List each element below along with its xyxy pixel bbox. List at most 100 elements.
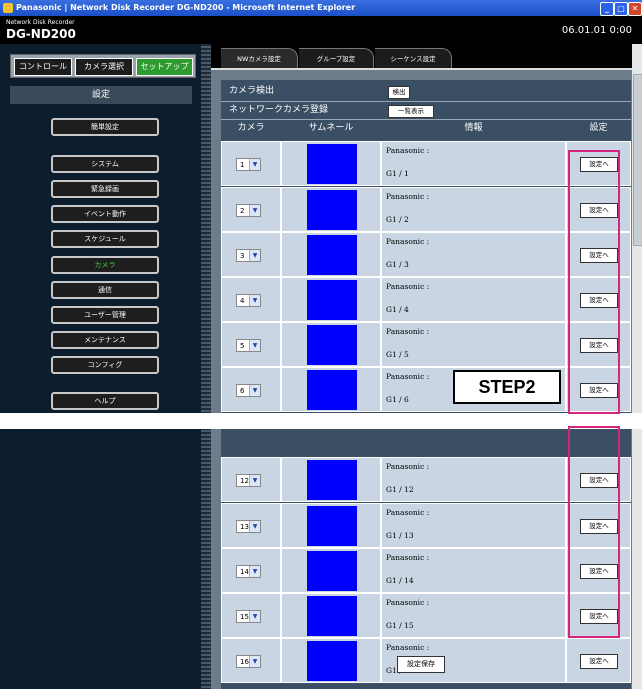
camera-number-select[interactable]: 6 ▼ [236,384,261,397]
tab-sequence-settings[interactable]: シーケンス設定 [375,48,452,69]
settings-cell: 設定へ [566,187,631,232]
camera-number: 13 [240,523,249,531]
maximize-button[interactable]: □ [614,2,628,16]
camera-number-select[interactable]: 14 ▼ [236,565,261,578]
camera-number-select[interactable]: 13 ▼ [236,520,261,533]
camera-group: G1 / 1 [386,169,409,178]
step-label: STEP2 [453,370,561,404]
window-title: Panasonic | Network Disk Recorder DG-ND2… [16,3,356,12]
scrollbar[interactable] [632,44,642,689]
go-settings-button[interactable]: 設定へ [580,248,618,263]
camera-number-select[interactable]: 4 ▼ [236,294,261,307]
settings-cell: 設定へ [566,638,631,683]
tab-camera-select[interactable]: カメラ選択 [75,58,133,76]
camera-maker: Panasonic : [386,462,430,471]
sidebar-item-help[interactable]: ヘルプ [51,392,159,410]
sidebar-item-system[interactable]: システム [51,155,159,173]
camera-thumbnail [307,190,357,230]
sidebar-item-user-management[interactable]: ユーザー管理 [51,306,159,324]
list-view-button[interactable]: 一覧表示 [388,105,434,118]
sidebar-item-event[interactable]: イベント動作 [51,205,159,223]
sidebar-heading: 設定 [10,86,192,104]
camera-group: G1 / 2 [386,215,409,224]
camera-group: G1 / 4 [386,305,409,314]
thumbnail-cell [281,322,381,367]
chevron-down-icon: ▼ [249,295,260,306]
network-register-row: ネットワークカメラ登録 一覧表示 [221,103,631,118]
sidebar-item-schedule[interactable]: スケジュール [51,230,159,248]
camera-maker: Panasonic : [386,146,430,155]
camera-thumbnail [307,641,357,681]
info-cell: Panasonic : G1 / 4 [381,277,566,322]
camera-number-select[interactable]: 16 ▼ [236,655,261,668]
panel-tabbar: NWカメラ設定 グループ設定 シーケンス設定 [211,44,632,70]
camera-number: 15 [240,613,249,621]
model-name: DG-ND200 [6,27,76,41]
camera-group: G1 / 14 [386,576,414,585]
camera-thumbnail [307,551,357,591]
camera-number-select[interactable]: 2 ▼ [236,204,261,217]
tab-group-settings[interactable]: グループ設定 [299,48,374,69]
camera-cell: 6 ▼ [221,367,281,412]
camera-cell: 4 ▼ [221,277,281,322]
camera-number-select[interactable]: 5 ▼ [236,339,261,352]
close-button[interactable]: ✕ [628,2,642,16]
minimize-button[interactable]: _ [600,2,614,16]
header-thumbnail: サムネール [308,123,354,133]
go-settings-button[interactable]: 設定へ [580,473,618,488]
chevron-down-icon: ▼ [249,475,260,486]
tab-control[interactable]: コントロール [14,58,72,76]
info-cell: Panasonic : G1 / 5 [381,322,566,367]
sidebar-item-maintenance[interactable]: メンテナンス [51,331,159,349]
sidebar-item-communication[interactable]: 通信 [51,281,159,299]
go-settings-button[interactable]: 設定へ [580,609,618,624]
tab-nw-camera-settings[interactable]: NWカメラ設定 [221,48,298,69]
thumbnail-cell [281,187,381,232]
info-cell: Panasonic : G1 / 15 [381,593,566,638]
go-settings-button[interactable]: 設定へ [580,564,618,579]
sidebar-item-easy-setup[interactable]: 簡単設定 [51,118,159,136]
camera-number-select[interactable]: 3 ▼ [236,249,261,262]
camera-maker: Panasonic : [386,192,430,201]
thumbnail-cell [281,548,381,593]
sidebar-item-config[interactable]: コンフィグ [51,356,159,374]
tab-setup[interactable]: セットアップ [136,58,193,76]
camera-number-select[interactable]: 15 ▼ [236,610,261,623]
go-settings-button[interactable]: 設定へ [580,383,618,398]
camera-group: G1 / 5 [386,350,409,359]
header-settings: 設定 [589,123,608,133]
go-settings-button[interactable]: 設定へ [580,654,618,669]
camera-number-select[interactable]: 1 ▼ [236,158,261,171]
camera-number: 14 [240,568,249,576]
tabbar-underline [211,68,632,70]
sidebar-item-camera[interactable]: カメラ [51,256,159,274]
settings-cell: 設定へ [566,457,631,502]
camera-maker: Panasonic : [386,508,430,517]
detect-button[interactable]: 検出 [388,86,410,99]
camera-cell: 16 ▼ [221,638,281,683]
chevron-down-icon: ▼ [249,250,260,261]
camera-detect-row: カメラ検出 検出 [221,84,631,99]
chevron-down-icon: ▼ [249,521,260,532]
thumbnail-cell [281,457,381,502]
camera-thumbnail [307,460,357,500]
sidebar-item-emergency-record[interactable]: 緊急録画 [51,180,159,198]
go-settings-button[interactable]: 設定へ [580,519,618,534]
thumbnail-cell [281,277,381,322]
camera-detect-label: カメラ検出 [229,86,275,96]
go-settings-button[interactable]: 設定へ [580,338,618,353]
camera-maker: Panasonic : [386,327,430,336]
settings-cell: 設定へ [566,503,631,548]
go-settings-button[interactable]: 設定へ [580,203,618,218]
scrollbar-thumb[interactable] [633,74,642,246]
save-settings-button[interactable]: 設定保存 [397,656,445,673]
camera-maker: Panasonic : [386,237,430,246]
go-settings-button[interactable]: 設定へ [580,293,618,308]
go-settings-button[interactable]: 設定へ [580,157,618,172]
table-header: カメラ サムネール 情報 設定 [221,121,631,136]
camera-cell: 13 ▼ [221,503,281,548]
camera-cell: 14 ▼ [221,548,281,593]
camera-number-select[interactable]: 12 ▼ [236,474,261,487]
camera-number: 16 [240,658,249,666]
camera-thumbnail [307,325,357,365]
